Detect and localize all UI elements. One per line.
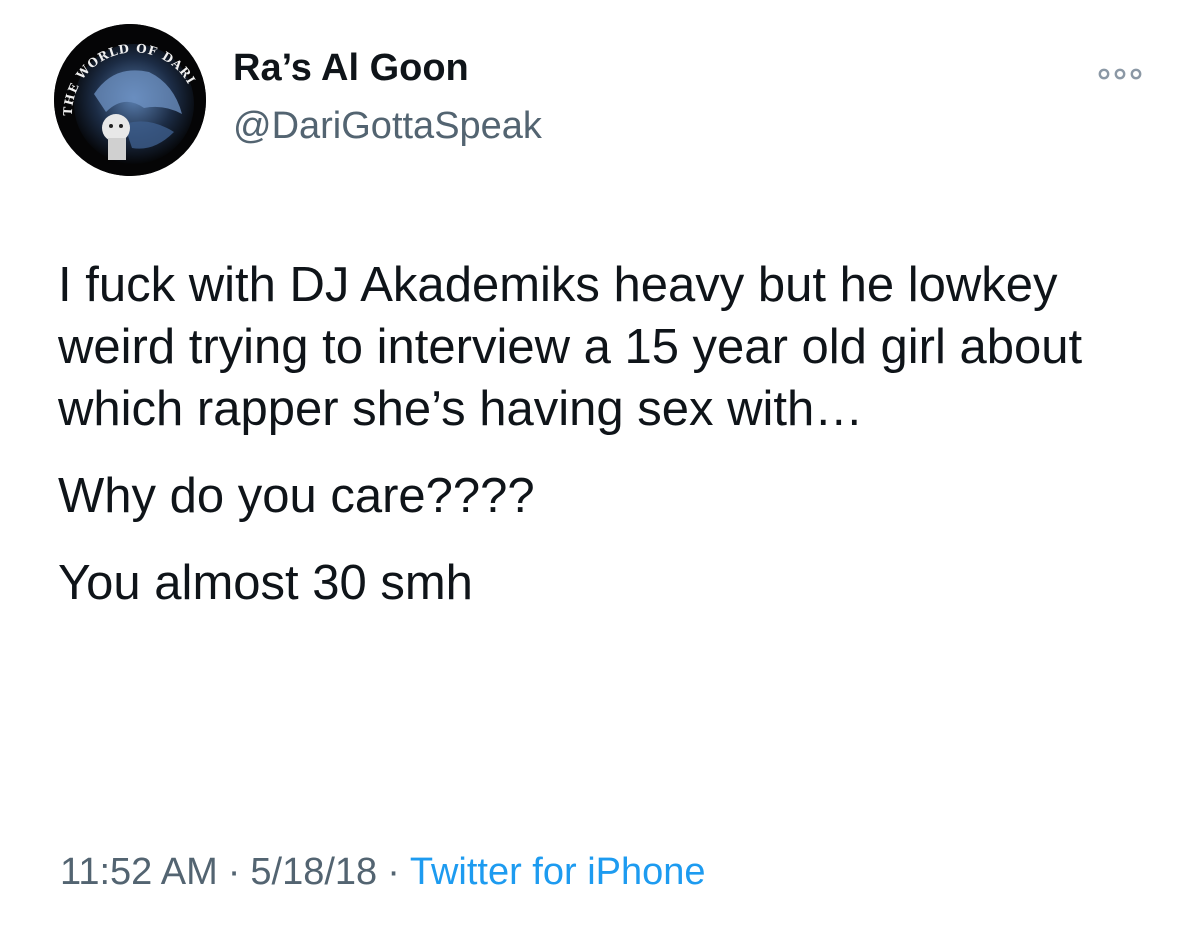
more-options-button[interactable] [1092, 60, 1148, 88]
tweet-paragraph: I fuck with DJ Akademiks heavy but he lo… [58, 258, 1083, 436]
tweet-source-link[interactable]: Twitter for iPhone [410, 851, 706, 893]
tweet-paragraph: Why do you care???? [58, 469, 535, 523]
tweet-text: I fuck with DJ Akademiks heavy but he lo… [58, 254, 1168, 614]
tweet-time[interactable]: 11:52 AM [60, 851, 218, 893]
meta-separator: · [387, 851, 400, 893]
avatar[interactable]: THE WORLD OF DARI [54, 24, 206, 176]
tweet-meta: 11:52 AM · 5/18/18 · Twitter for iPhone [60, 850, 706, 896]
display-name[interactable]: Ra’s Al Goon [233, 46, 469, 92]
more-dots-icon [1098, 68, 1142, 80]
tweet-paragraph: You almost 30 smh [58, 556, 473, 610]
tweet-date[interactable]: 5/18/18 [250, 851, 377, 893]
avatar-image: THE WORLD OF DARI [54, 24, 206, 176]
user-handle[interactable]: @DariGottaSpeak [233, 104, 542, 150]
meta-separator: · [227, 851, 241, 893]
